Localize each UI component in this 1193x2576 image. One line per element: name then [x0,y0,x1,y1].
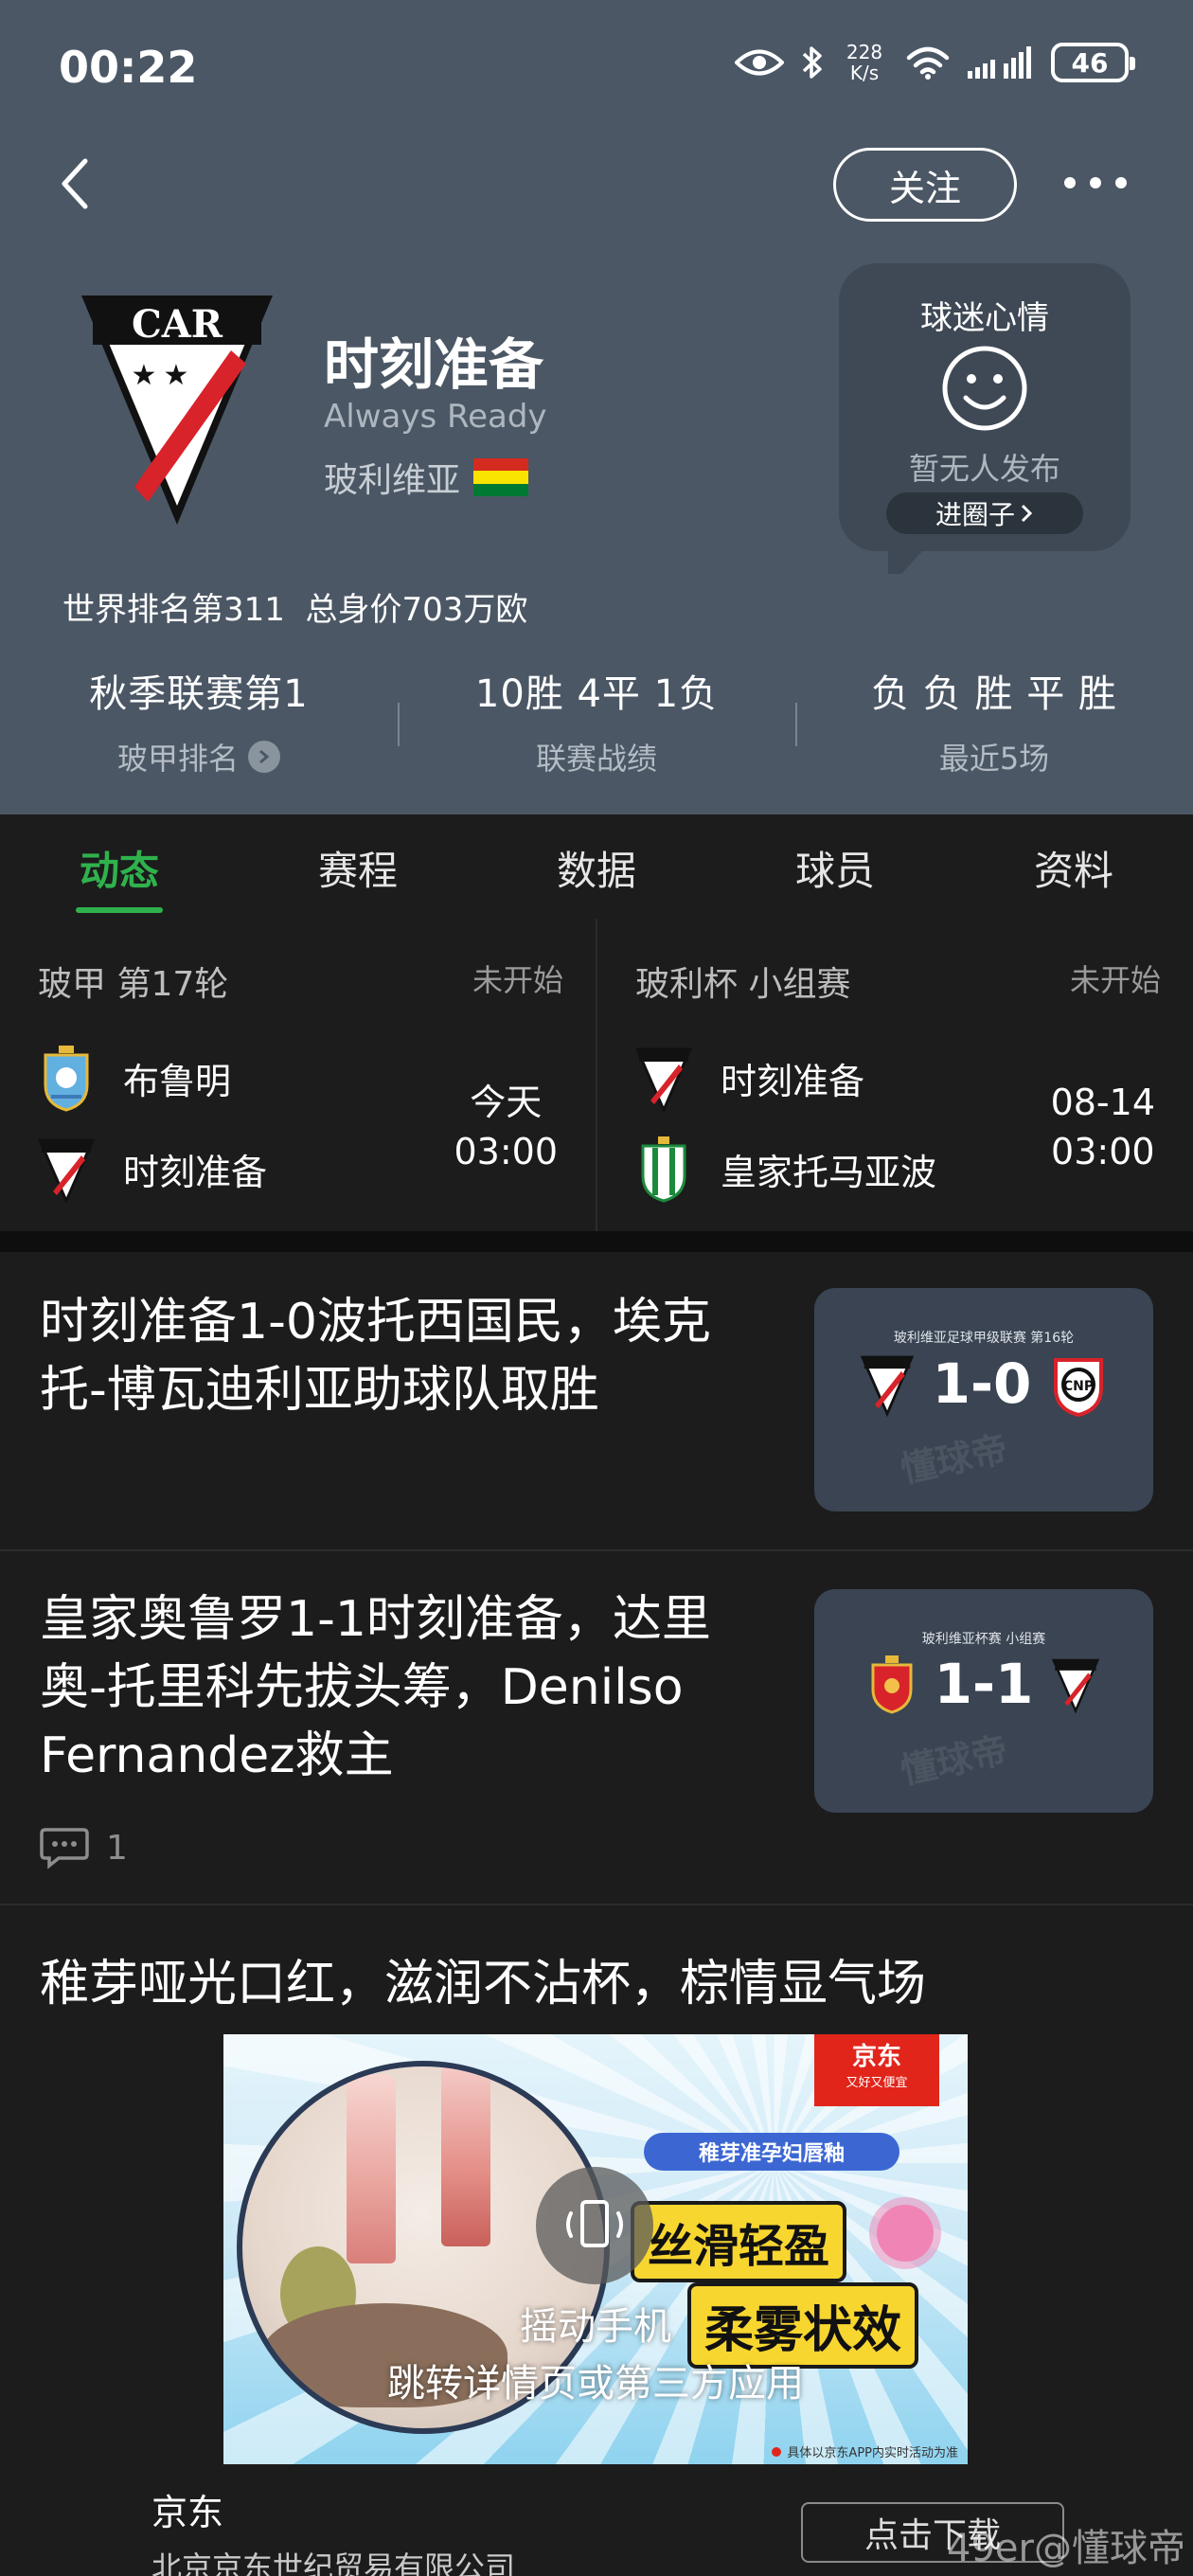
advertiser-company: 北京京东世纪贸易有限公司 [151,2549,516,2576]
news-title: 时刻准备1-0波托西国民，埃克托-博瓦迪利亚助球队取胜 [40,1294,711,1419]
team-header: 00:22 228 K/s 46 关注 CAR ★ ★ 时刻准备 Always … [0,0,1193,814]
real-tomayapo-badge-icon [641,1136,686,1203]
bluetooth-icon [802,46,822,79]
news-item[interactable]: 时刻准备1-0波托西国民，埃克托-博瓦迪利亚助球队取胜 玻利维亚足球甲级联赛 第… [0,1252,1193,1551]
home-team: 时刻准备 [635,1044,864,1112]
lipstick-icon [441,2066,490,2246]
chevron-circle-icon [248,741,280,773]
ad-image[interactable]: 京东 又好又便宜 稚芽准孕妇唇釉 丝滑轻盈 柔雾状效 具体以京东APP内实时活动… [223,2034,968,2464]
join-circle-button[interactable]: 进圈子 [886,492,1083,534]
fan-mood-empty: 暂无人发布 [908,451,1060,487]
tab-info[interactable]: 资料 [954,814,1193,919]
always-ready-badge-icon [1052,1658,1100,1714]
more-options-icon[interactable] [1064,169,1127,197]
tab-news[interactable]: 动态 [0,814,239,919]
back-arrow-icon[interactable] [53,155,100,212]
news-thumbnail: 玻利维亚足球甲级联赛 第16轮 1-0 CNP 懂球帝 [814,1288,1153,1512]
real-oruro-badge-icon [871,1655,913,1714]
advertiser-name: 京东 [151,2492,224,2533]
team-name-english: Always Ready [324,398,547,436]
home-team: 布鲁明 [38,1044,231,1112]
status-bar: 00:22 228 K/s 46 [0,0,1193,142]
match-card[interactable]: 玻甲 第17轮 未开始 布鲁明 时刻准备 今天 03:00 [0,919,596,1231]
away-team: 皇家托马亚波 [635,1135,936,1203]
shake-hint-detail: 跳转详情页或第三方应用 [387,2362,804,2406]
ad-product-pill: 稚芽准孕妇唇釉 [644,2133,899,2171]
thumbnail-score: 1-0 CNP [814,1351,1153,1417]
signal-icon [968,46,1031,79]
stat-league-rank[interactable]: 秋季联赛第1 玻甲排名 [0,663,398,786]
ad-headline: 丝滑轻盈 [631,2201,847,2282]
tab-schedule[interactable]: 赛程 [239,814,477,919]
ad-disclaimer: 具体以京东APP内实时活动为准 [772,2442,958,2460]
jd-logo: 京东 又好又便宜 [814,2034,939,2106]
bolivar-badge-icon [44,1046,89,1112]
match-competition: 玻利杯 小组赛 [635,965,851,1004]
fan-mood-card[interactable]: 球迷心情 暂无人发布 进圈子 [839,263,1131,574]
watermark: 49er@懂球帝 [947,2527,1185,2570]
match-status: 未开始 [1069,962,1161,998]
thumbnail-caption: 玻利维亚足球甲级联赛 第16轮 [893,1331,1075,1346]
chevron-right-icon [1021,504,1033,523]
team-stats: 秋季联赛第1 玻甲排名 10胜 4平 1负 联赛战绩 负 负 胜 平 胜 最近5… [0,663,1193,786]
away-team-name: 时刻准备 [123,1151,268,1193]
lipstick-icon [347,2074,396,2263]
status-icons: 228 K/s 46 [735,41,1135,84]
ad-card[interactable]: 稚芽哑光口红，滋润不沾杯，棕情显气场 京东 又好又便宜 稚芽准孕妇唇釉 丝滑轻盈… [0,1905,1193,2576]
away-team: 时刻准备 [38,1135,267,1203]
nacional-potosi-badge-icon: CNP [1054,1358,1104,1417]
team-country: 玻利维亚 [324,453,529,502]
bolivia-flag-icon [473,458,529,496]
match-time: 08-14 03:00 [1050,1082,1155,1172]
shake-hint: 摇动手机 [520,2305,671,2349]
home-team-name: 时刻准备 [721,1060,865,1102]
comment-count[interactable]: 1 [40,1826,128,1869]
battery-icon: 46 [1051,43,1135,82]
shake-phone-icon [536,2167,653,2284]
tab-data[interactable]: 数据 [477,814,716,919]
thumbnail-score: 1-1 [814,1652,1153,1716]
svg-text:CNP: CNP [1063,1379,1094,1394]
comment-bubble-icon [40,1828,89,1869]
tab-players[interactable]: 球员 [716,814,954,919]
ad-title: 稚芽哑光口红，滋润不沾杯，棕情显气场 [40,1956,927,2012]
news-title: 皇家奥鲁罗1-1时刻准备，达里奥-托里科先拔头筹，Denilso Fernand… [40,1591,711,1784]
always-ready-badge-icon [635,1047,692,1112]
team-crest: CAR ★ ★ [81,295,273,525]
news-item[interactable]: 皇家奥鲁罗1-1时刻准备，达里奥-托里科先拔头筹，Denilso Fernand… [0,1551,1193,1905]
follow-button[interactable]: 关注 [833,148,1017,222]
wifi-icon [906,46,950,80]
away-team-name: 皇家托马亚波 [721,1151,937,1193]
upcoming-matches: 玻甲 第17轮 未开始 布鲁明 时刻准备 今天 03:00 玻利杯 小组赛 未开… [0,919,1193,1231]
svg-text:★: ★ [164,359,189,392]
eye-icon [735,49,784,76]
rank-and-value: 世界排名第311 总身价703万欧 [62,591,528,629]
match-status: 未开始 [472,962,563,998]
tab-bar: 动态 赛程 数据 球员 资料 [0,814,1193,919]
stat-last-five: 负 负 胜 平 胜 最近5场 [795,663,1193,786]
team-name: 时刻准备 [324,332,544,397]
section-divider [0,1231,1193,1252]
always-ready-badge-icon [860,1355,914,1417]
match-card[interactable]: 玻利杯 小组赛 未开始 时刻准备 皇家托马亚波 08-14 03:00 [596,919,1193,1231]
fan-mood-title: 球迷心情 [920,299,1049,337]
svg-text:★: ★ [132,359,157,392]
news-thumbnail: 玻利维亚杯赛 小组赛 1-1 懂球帝 [814,1589,1153,1813]
thumbnail-caption: 玻利维亚杯赛 小组赛 [921,1632,1046,1647]
home-team-name: 布鲁明 [123,1060,232,1102]
crest-text: CAR [132,302,223,347]
stat-league-record: 10胜 4平 1负 联赛战绩 [398,663,795,786]
flower-icon [877,2205,934,2262]
clock: 00:22 [59,42,198,93]
smiley-face-icon [942,346,1027,431]
net-speed: 228 K/s [846,41,883,84]
always-ready-badge-icon [38,1138,95,1203]
match-competition: 玻甲 第17轮 [38,965,229,1004]
match-time: 今天 03:00 [454,1082,558,1172]
